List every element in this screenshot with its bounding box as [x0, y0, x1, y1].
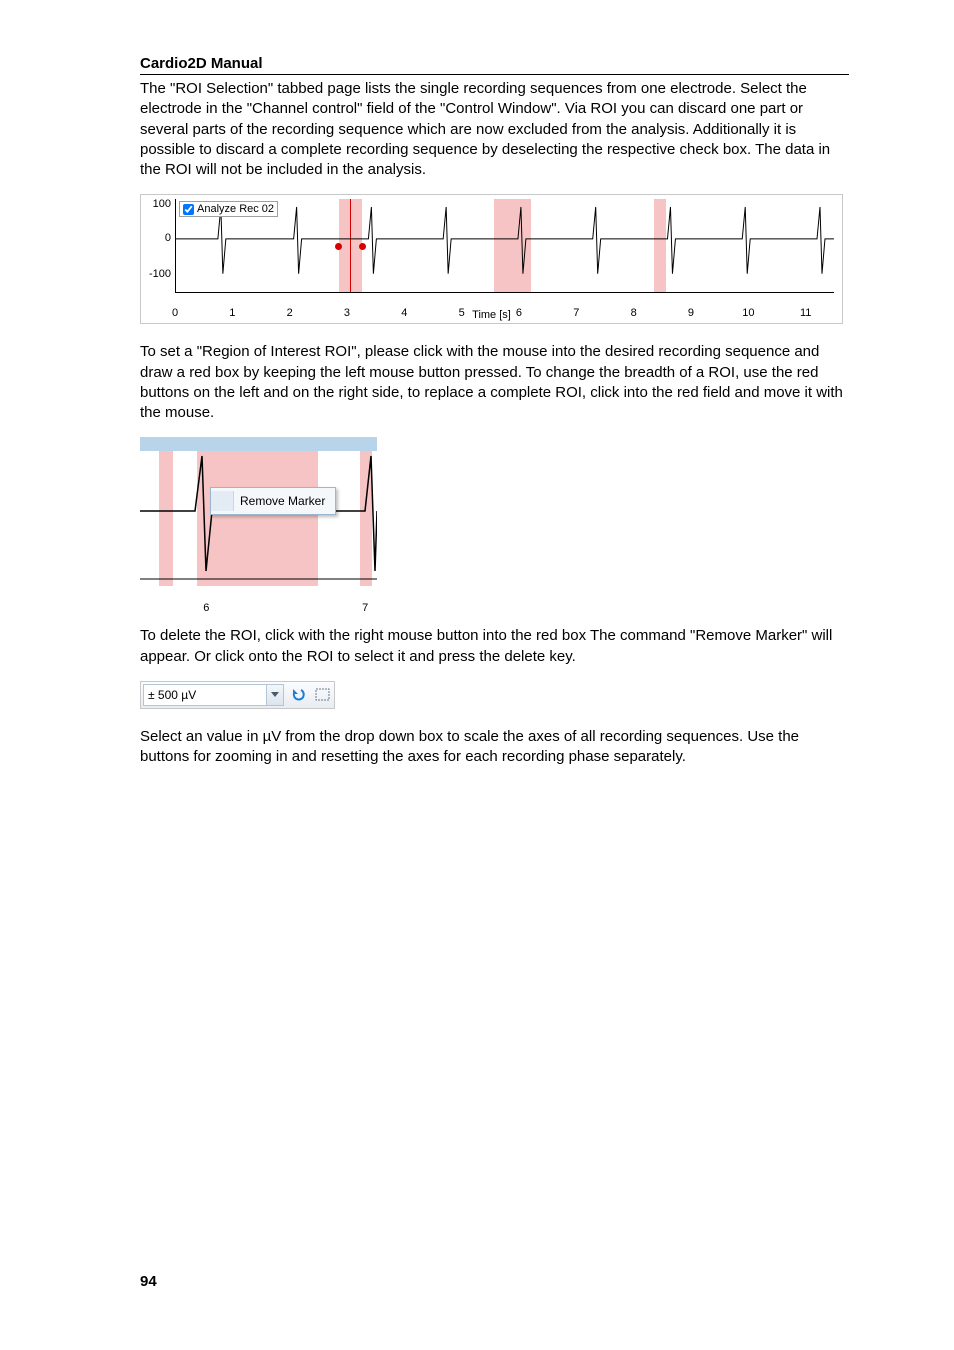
ytick-100: 100	[143, 199, 171, 210]
reset-zoom-button[interactable]	[286, 684, 310, 706]
page-title: Cardio2D Manual	[140, 55, 849, 72]
roi-waveform-chart[interactable]: 100 0 -100 Analyze Rec 02 0 1 2	[140, 194, 843, 324]
header-rule	[140, 74, 849, 75]
fig2-waveform	[140, 451, 377, 586]
zoom-button[interactable]	[310, 684, 334, 706]
scale-toolbar: ± 500 µV	[140, 681, 335, 709]
fig2-plot-area[interactable]: Remove Marker	[140, 451, 377, 586]
scale-paragraph: Select an value in µV from the drop down…	[140, 727, 849, 768]
menu-gutter	[211, 491, 234, 511]
remove-marker-paragraph: To delete the ROI, click with the right …	[140, 626, 849, 667]
remove-marker-chart[interactable]: Remove Marker 6 7	[140, 437, 377, 608]
analyze-rec-checkbox[interactable]: Analyze Rec 02	[179, 201, 278, 217]
undo-icon	[290, 687, 306, 703]
ytick-0: 0	[143, 233, 171, 244]
xaxis-label: Time [s]	[141, 309, 842, 321]
selection-rectangle-icon	[315, 688, 330, 701]
xtick: 6	[203, 602, 209, 614]
roi-howto-paragraph: To set a "Region of Interest ROI", pleas…	[140, 342, 849, 423]
fig2-titlebar	[140, 437, 377, 451]
xtick: 7	[362, 602, 368, 614]
chevron-down-icon[interactable]	[266, 685, 283, 705]
analyze-rec-checkbox-label: Analyze Rec 02	[197, 203, 274, 215]
context-menu[interactable]: Remove Marker	[210, 487, 336, 515]
ytick-n100: -100	[143, 269, 171, 280]
scale-dropdown-value: ± 500 µV	[148, 688, 196, 702]
intro-paragraph: The "ROI Selection" tabbed page lists th…	[140, 79, 849, 180]
page-number: 94	[140, 1273, 157, 1290]
remove-marker-menuitem[interactable]: Remove Marker	[234, 491, 335, 511]
scale-dropdown[interactable]: ± 500 µV	[143, 684, 284, 706]
analyze-rec-checkbox-input[interactable]	[183, 204, 194, 215]
